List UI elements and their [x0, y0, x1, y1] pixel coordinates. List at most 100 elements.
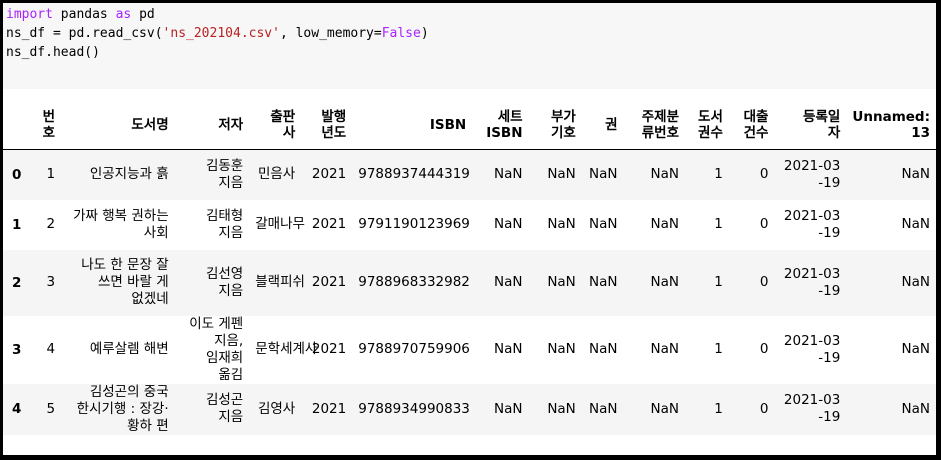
table-cell: 0 — [759, 341, 769, 357]
table-cell: NaN — [650, 400, 680, 417]
dataframe-table: 번 호 도서명 저자 출판 사 발행 년도 ISBN 세트 ISBN 부가 기호 권 주제분 류번… — [3, 101, 936, 435]
code-editor[interactable]: import pandas as pd ns_df = pd.read_csv(… — [3, 3, 936, 62]
table-cell: NaN — [901, 400, 930, 417]
table-cell: 0 — [759, 216, 769, 232]
row-index: 0 — [12, 166, 22, 183]
table-cell: 이도 게펜 지음, 임재희 옮김 — [189, 315, 244, 383]
table-cell: NaN — [589, 400, 618, 417]
table-cell: 김성곤 지음 — [205, 392, 244, 425]
table-row: 3 4 예루살렘 해변 이도 게펜 지음, 임재희 옮김 문학세계사 2021 978897… — [3, 315, 936, 384]
column-header: 번 호 — [28, 101, 62, 150]
table-cell: 블랙피쉬 — [255, 274, 305, 290]
column-header: 발행 년도 — [301, 101, 353, 150]
table-cell: 5 — [46, 400, 56, 417]
row-index: 3 — [12, 341, 22, 358]
table-row: 2 3 나도 한 문장 잘 쓰면 바랄 게 없겠네 김선영 지음 블랙피쉬 2021 978… — [3, 249, 936, 316]
code-line-2: ns_df = pd.read_csv('ns_202104.csv', low… — [6, 24, 936, 43]
table-cell: NaN — [589, 216, 618, 232]
table-cell: 1 — [46, 166, 56, 183]
code-text: , low_memory= — [279, 26, 382, 41]
column-header: ISBN — [352, 101, 473, 150]
table-cell: 김성곤의 중국 한시기행 : 장강·황하 편 — [76, 383, 169, 434]
table-cell: 2021-03-19 — [783, 207, 841, 241]
table-cell: NaN — [494, 216, 523, 232]
table-cell: NaN — [650, 216, 680, 232]
table-cell: 1 — [714, 400, 723, 417]
table-cell: 1 — [714, 166, 723, 183]
table-cell: 2021-03-19 — [783, 265, 841, 299]
table-cell: 김태형 지음 — [205, 207, 244, 241]
table-cell: NaN — [901, 166, 930, 183]
table-row: 4 5 김성곤의 중국 한시기행 : 장강·황하 편 김성곤 지음 김영사 2021 978… — [3, 383, 936, 435]
notebook-frame: import pandas as pd ns_df = pd.read_csv(… — [3, 3, 936, 455]
keyword-false: False — [381, 26, 421, 41]
column-header: 등록일 자 — [774, 101, 847, 150]
column-header: 권 — [581, 101, 624, 150]
table-cell: 0 — [759, 274, 769, 290]
row-index: 1 — [12, 216, 22, 233]
table-cell: 1 — [714, 341, 723, 357]
code-text: ns_df = pd.read_csv( — [6, 26, 163, 41]
table-cell: NaN — [547, 400, 576, 417]
keyword-import: import — [6, 7, 53, 22]
table-cell: 2021 — [311, 400, 347, 417]
table-cell: 2021 — [311, 216, 347, 232]
table-cell: 민음사 — [257, 166, 296, 183]
table-cell: 문학세계사 — [255, 341, 318, 357]
table-cell: NaN — [589, 341, 618, 357]
table-cell: NaN — [589, 274, 618, 290]
row-index: 4 — [12, 401, 22, 417]
code-line-3: ns_df.head() — [6, 43, 936, 62]
table-cell: NaN — [589, 166, 618, 183]
table-cell: NaN — [650, 274, 680, 290]
code-text: ) — [420, 26, 429, 41]
table-cell: 0 — [759, 166, 769, 183]
table-cell: NaN — [901, 274, 930, 290]
code-text: ns_df.head() — [6, 45, 100, 60]
table-cell: NaN — [494, 166, 523, 183]
column-header: 주제분 류번호 — [623, 101, 686, 150]
row-index: 2 — [12, 274, 22, 291]
table-cell: 2021-03-19 — [783, 157, 841, 191]
table-cell: NaN — [650, 341, 680, 357]
column-header: 출판 사 — [249, 101, 302, 150]
table-cell: 인공지능과 흙 — [89, 166, 169, 183]
code-line-1: import pandas as pd — [6, 5, 936, 24]
table-cell: NaN — [494, 400, 523, 417]
table-cell: 2021 — [311, 274, 347, 290]
table-cell: 김영사 — [257, 400, 296, 417]
column-header: Unnamed: 13 — [846, 101, 936, 150]
output-area: 번 호 도서명 저자 출판 사 발행 년도 ISBN 세트 ISBN 부가 기호 권 주제분 류번… — [3, 89, 936, 455]
table-cell: 김동훈 지음 — [205, 157, 244, 191]
table-cell: 2021-03-19 — [783, 332, 841, 366]
table-cell: 갈매나무 — [255, 216, 305, 232]
table-cell: 2021-03-19 — [783, 392, 841, 425]
column-header: 저자 — [174, 101, 250, 150]
code-cell[interactable]: import pandas as pd ns_df = pd.read_csv(… — [3, 3, 936, 89]
table-cell: 예루살렘 해변 — [89, 341, 169, 357]
table-cell: 3 — [46, 274, 56, 290]
table-row: 1 2 가짜 행복 권하는 사회 김태형 지음 갈매나무 2021 979119012396… — [3, 199, 936, 250]
table-cell: NaN — [650, 166, 680, 183]
table-cell: NaN — [494, 341, 523, 357]
table-cell: 나도 한 문장 잘 쓰면 바랄 게 없겠네 — [81, 257, 169, 307]
index-header — [3, 101, 29, 150]
table-cell: 9788968332982 — [358, 274, 470, 290]
table-cell: 가짜 행복 권하는 사회 — [73, 207, 169, 241]
keyword-as: as — [115, 7, 132, 22]
column-header: 대출 건수 — [728, 101, 775, 150]
table-body: 0 1 인공지능과 흙 김동훈 지음 민음사 2021 9788937444319 NaN Na… — [3, 149, 936, 435]
table-cell: NaN — [494, 274, 523, 290]
column-header: 세트 ISBN — [472, 101, 529, 150]
table-cell: 9791190123969 — [358, 216, 470, 232]
code-text: pd — [131, 7, 155, 22]
table-cell: 김선영 지음 — [205, 265, 244, 299]
table-cell: 2 — [46, 216, 56, 232]
table-cell: 9788970759906 — [358, 341, 470, 357]
column-header: 도서명 — [61, 101, 175, 150]
table-cell: 9788934990833 — [358, 400, 470, 417]
table-cell: 9788937444319 — [358, 166, 470, 183]
table-cell: NaN — [547, 166, 576, 183]
table-row: 0 1 인공지능과 흙 김동훈 지음 민음사 2021 9788937444319 NaN Na… — [3, 149, 936, 200]
string-literal: 'ns_202104.csv' — [162, 26, 280, 41]
